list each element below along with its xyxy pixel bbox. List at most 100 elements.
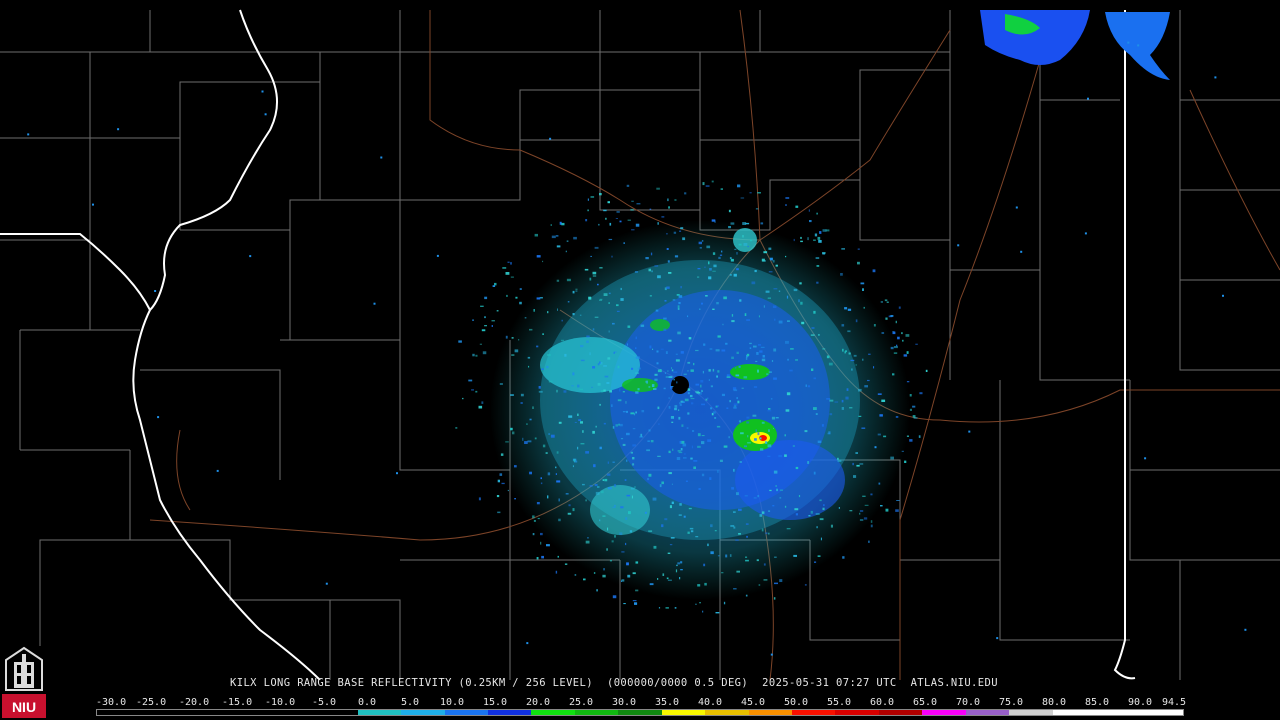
radar-speckle-dot <box>807 385 811 388</box>
radar-speckle-dot <box>664 300 667 302</box>
radar-speckle-dot <box>873 324 876 327</box>
radar-speckle-dot <box>895 416 899 418</box>
radar-speckle-dot <box>758 584 761 586</box>
radar-speckle-dot <box>699 247 702 249</box>
radar-speckle-dot <box>695 390 699 393</box>
radar-speckle-dot <box>484 316 486 319</box>
radar-speckle-dot <box>665 607 669 609</box>
radar-speckle-dot <box>868 353 871 355</box>
radar-speckle-dot <box>468 379 473 382</box>
radar-speckle-dot <box>619 423 623 427</box>
radar-speckle-dot <box>909 394 912 397</box>
legend-label: 80.0 <box>1042 697 1067 708</box>
radar-speckle-dot <box>795 466 799 470</box>
caption-product: KILX LONG RANGE BASE REFLECTIVITY (0.25K… <box>230 677 593 689</box>
radar-speckle-dot <box>761 421 765 424</box>
color-scale-swatch <box>270 710 315 715</box>
radar-speckle-dot <box>714 417 717 419</box>
radar-speckle-dot <box>678 514 682 516</box>
radar-speckle-dot <box>874 446 877 449</box>
radar-speckle-dot <box>635 356 640 359</box>
radar-speckle-dot <box>804 584 807 586</box>
radar-speckle-dot <box>611 540 614 543</box>
radar-speckle-dot <box>555 570 558 574</box>
radar-speckle-dot <box>572 372 575 376</box>
radar-speckle-dot <box>672 299 676 301</box>
radar-speckle-dot <box>715 349 720 352</box>
radar-speckle-dot <box>870 493 873 496</box>
radar-speckle-dot <box>758 344 762 346</box>
radar-speckle-dot <box>641 410 645 413</box>
radar-speckle-dot <box>524 317 527 319</box>
radar-speckle-dot <box>754 270 757 273</box>
radar-speckle-dot <box>761 528 764 532</box>
radar-speckle-dot <box>800 240 803 243</box>
radar-speckle-dot <box>853 475 857 478</box>
radar-speckle-dot <box>679 441 682 444</box>
radar-speckle-dot <box>653 545 657 549</box>
radar-speckle-dot <box>692 430 695 432</box>
radar-speckle-dot <box>864 504 869 506</box>
radar-speckle-dot <box>617 399 622 402</box>
radar-speckle-dot <box>626 410 628 413</box>
radar-speckle-dot <box>730 525 735 527</box>
radar-speckle-dot <box>760 448 764 451</box>
radar-speckle-dot <box>915 343 918 345</box>
radar-speckle-dot <box>706 245 711 249</box>
radar-speckle-dot <box>599 403 601 406</box>
radar-speckle-dot <box>607 527 609 531</box>
radar-speckle-dot <box>708 379 710 381</box>
radar-speckle-dot <box>738 508 742 511</box>
radar-speckle-dot <box>670 537 675 539</box>
radar-speckle-dot <box>640 433 643 437</box>
radar-speckle-dot <box>813 239 816 241</box>
color-scale-swatch <box>183 710 228 715</box>
radar-speckle-dot <box>655 309 659 312</box>
radar-speckle-dot <box>798 299 800 303</box>
radar-speckle-dot <box>770 653 773 656</box>
radar-speckle-dot <box>540 541 542 545</box>
radar-speckle-dot <box>793 288 798 292</box>
radar-speckle-dot <box>658 423 660 425</box>
radar-speckle-dot <box>765 532 768 535</box>
radar-speckle-dot <box>527 440 532 443</box>
radar-speckle-dot <box>671 501 674 504</box>
radar-speckle-dot <box>630 451 633 454</box>
radar-speckle-dot <box>859 519 864 521</box>
radar-speckle-dot <box>589 352 591 356</box>
radar-speckle-dot <box>904 460 907 463</box>
radar-speckle-dot <box>480 305 484 307</box>
radar-speckle-dot <box>690 398 695 400</box>
radar-speckle-dot <box>734 248 737 250</box>
radar-speckle-dot <box>859 510 864 512</box>
radar-speckle-dot <box>771 416 776 420</box>
radar-speckle-dot <box>725 342 728 345</box>
radar-speckle-dot <box>853 354 857 357</box>
radar-speckle-dot <box>736 492 739 496</box>
radar-speckle-dot <box>700 384 702 388</box>
radar-speckle-dot <box>510 394 514 396</box>
radar-speckle-dot <box>705 185 710 187</box>
radar-speckle-dot <box>736 397 738 400</box>
radar-speckle-dot <box>674 199 677 201</box>
radar-speckle-dot <box>719 254 723 256</box>
radar-speckle-dot <box>676 564 678 567</box>
radar-speckle-dot <box>491 325 493 327</box>
color-scale-swatch <box>401 710 445 715</box>
radar-speckle-dot <box>775 264 778 267</box>
color-scale-swatch <box>792 710 836 715</box>
radar-speckle-dot <box>678 302 681 305</box>
radar-speckle-dot <box>541 555 544 559</box>
radar-speckle-dot <box>815 513 820 515</box>
radar-speckle-dot <box>859 463 864 465</box>
radar-speckle-dot <box>710 551 714 555</box>
radar-speckle-dot <box>690 457 693 460</box>
radar-speckle-dot <box>603 568 605 571</box>
radar-speckle-dot <box>731 320 735 323</box>
radar-speckle-dot <box>645 257 649 260</box>
radar-speckle-dot <box>746 535 748 538</box>
radar-speckle-dot <box>753 497 757 499</box>
radar-speckle-dot <box>548 433 551 435</box>
radar-speckle-dot <box>763 251 768 254</box>
radar-speckle-dot <box>501 482 505 485</box>
